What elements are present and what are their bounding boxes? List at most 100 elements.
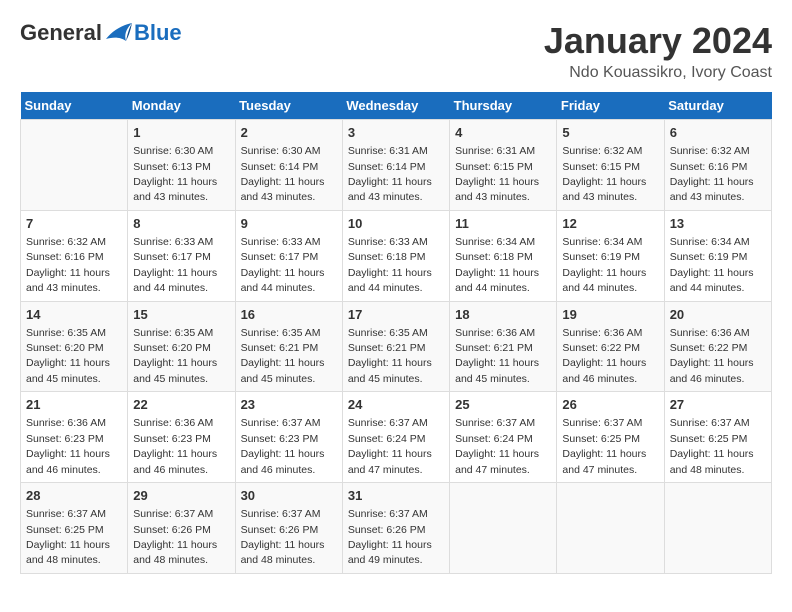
day-info: Sunrise: 6:34 AM Sunset: 6:19 PM Dayligh… — [562, 236, 646, 294]
page-header: General Blue January 2024 Ndo Kouassikro… — [20, 20, 772, 82]
day-info: Sunrise: 6:36 AM Sunset: 6:22 PM Dayligh… — [670, 327, 754, 385]
day-number: 31 — [348, 487, 444, 505]
column-header-monday: Monday — [128, 92, 235, 120]
calendar-cell: 14 Sunrise: 6:35 AM Sunset: 6:20 PM Dayli… — [21, 301, 128, 392]
day-number: 28 — [26, 487, 122, 505]
calendar-body: 1 Sunrise: 6:30 AM Sunset: 6:13 PM Daylig… — [21, 120, 772, 574]
calendar-cell: 9 Sunrise: 6:33 AM Sunset: 6:17 PM Daylig… — [235, 210, 342, 301]
day-number: 1 — [133, 124, 229, 142]
day-info: Sunrise: 6:35 AM Sunset: 6:20 PM Dayligh… — [26, 327, 110, 385]
location-subtitle: Ndo Kouassikro, Ivory Coast — [544, 64, 772, 82]
calendar-cell: 7 Sunrise: 6:32 AM Sunset: 6:16 PM Daylig… — [21, 210, 128, 301]
calendar-cell: 10 Sunrise: 6:33 AM Sunset: 6:18 PM Dayli… — [342, 210, 449, 301]
day-info: Sunrise: 6:31 AM Sunset: 6:14 PM Dayligh… — [348, 145, 432, 203]
day-number: 21 — [26, 396, 122, 414]
day-info: Sunrise: 6:37 AM Sunset: 6:25 PM Dayligh… — [26, 508, 110, 566]
day-info: Sunrise: 6:31 AM Sunset: 6:15 PM Dayligh… — [455, 145, 539, 203]
column-header-saturday: Saturday — [664, 92, 771, 120]
day-info: Sunrise: 6:37 AM Sunset: 6:24 PM Dayligh… — [348, 417, 432, 475]
column-header-friday: Friday — [557, 92, 664, 120]
calendar-cell: 26 Sunrise: 6:37 AM Sunset: 6:25 PM Dayli… — [557, 392, 664, 483]
column-header-thursday: Thursday — [450, 92, 557, 120]
calendar-cell: 1 Sunrise: 6:30 AM Sunset: 6:13 PM Daylig… — [128, 120, 235, 211]
day-info: Sunrise: 6:37 AM Sunset: 6:25 PM Dayligh… — [562, 417, 646, 475]
day-number: 13 — [670, 215, 766, 233]
day-number: 4 — [455, 124, 551, 142]
column-header-sunday: Sunday — [21, 92, 128, 120]
day-info: Sunrise: 6:37 AM Sunset: 6:24 PM Dayligh… — [455, 417, 539, 475]
column-header-tuesday: Tuesday — [235, 92, 342, 120]
day-number: 20 — [670, 306, 766, 324]
day-info: Sunrise: 6:30 AM Sunset: 6:14 PM Dayligh… — [241, 145, 325, 203]
day-info: Sunrise: 6:33 AM Sunset: 6:17 PM Dayligh… — [241, 236, 325, 294]
logo: General Blue — [20, 20, 182, 46]
day-info: Sunrise: 6:33 AM Sunset: 6:18 PM Dayligh… — [348, 236, 432, 294]
calendar-cell: 25 Sunrise: 6:37 AM Sunset: 6:24 PM Dayli… — [450, 392, 557, 483]
calendar-cell: 27Sunrise: 6:37 AM Sunset: 6:25 PM Dayli… — [664, 392, 771, 483]
calendar-cell: 28 Sunrise: 6:37 AM Sunset: 6:25 PM Dayli… — [21, 483, 128, 574]
calendar-cell: 31 Sunrise: 6:37 AM Sunset: 6:26 PM Dayli… — [342, 483, 449, 574]
column-header-wednesday: Wednesday — [342, 92, 449, 120]
day-info: Sunrise: 6:36 AM Sunset: 6:23 PM Dayligh… — [26, 417, 110, 475]
day-info: Sunrise: 6:34 AM Sunset: 6:19 PM Dayligh… — [670, 236, 754, 294]
month-title: January 2024 — [544, 20, 772, 62]
calendar-week-2: 7 Sunrise: 6:32 AM Sunset: 6:16 PM Daylig… — [21, 210, 772, 301]
day-info: Sunrise: 6:34 AM Sunset: 6:18 PM Dayligh… — [455, 236, 539, 294]
day-info: Sunrise: 6:33 AM Sunset: 6:17 PM Dayligh… — [133, 236, 217, 294]
day-number: 23 — [241, 396, 337, 414]
calendar-cell: 11 Sunrise: 6:34 AM Sunset: 6:18 PM Dayli… — [450, 210, 557, 301]
calendar-week-1: 1 Sunrise: 6:30 AM Sunset: 6:13 PM Daylig… — [21, 120, 772, 211]
calendar-cell: 2Sunrise: 6:30 AM Sunset: 6:14 PM Daylig… — [235, 120, 342, 211]
calendar-cell: 20 Sunrise: 6:36 AM Sunset: 6:22 PM Dayli… — [664, 301, 771, 392]
day-number: 16 — [241, 306, 337, 324]
calendar-cell — [21, 120, 128, 211]
calendar-cell — [557, 483, 664, 574]
day-info: Sunrise: 6:37 AM Sunset: 6:26 PM Dayligh… — [133, 508, 217, 566]
day-number: 22 — [133, 396, 229, 414]
day-number: 11 — [455, 215, 551, 233]
calendar-cell: 5 Sunrise: 6:32 AM Sunset: 6:15 PM Daylig… — [557, 120, 664, 211]
day-info: Sunrise: 6:37 AM Sunset: 6:26 PM Dayligh… — [348, 508, 432, 566]
day-number: 29 — [133, 487, 229, 505]
calendar-cell — [450, 483, 557, 574]
calendar-cell: 23 Sunrise: 6:37 AM Sunset: 6:23 PM Dayli… — [235, 392, 342, 483]
day-number: 7 — [26, 215, 122, 233]
day-number: 8 — [133, 215, 229, 233]
calendar-cell: 6Sunrise: 6:32 AM Sunset: 6:16 PM Daylig… — [664, 120, 771, 211]
day-info: Sunrise: 6:37 AM Sunset: 6:23 PM Dayligh… — [241, 417, 325, 475]
day-number: 9 — [241, 215, 337, 233]
day-info: Sunrise: 6:37 AM Sunset: 6:26 PM Dayligh… — [241, 508, 325, 566]
day-number: 25 — [455, 396, 551, 414]
day-info: Sunrise: 6:35 AM Sunset: 6:21 PM Dayligh… — [241, 327, 325, 385]
title-section: January 2024 Ndo Kouassikro, Ivory Coast — [544, 20, 772, 82]
day-info: Sunrise: 6:35 AM Sunset: 6:21 PM Dayligh… — [348, 327, 432, 385]
calendar-cell: 24 Sunrise: 6:37 AM Sunset: 6:24 PM Dayli… — [342, 392, 449, 483]
day-number: 18 — [455, 306, 551, 324]
calendar-week-4: 21 Sunrise: 6:36 AM Sunset: 6:23 PM Dayli… — [21, 392, 772, 483]
day-info: Sunrise: 6:36 AM Sunset: 6:21 PM Dayligh… — [455, 327, 539, 385]
calendar-header: SundayMondayTuesdayWednesdayThursdayFrid… — [21, 92, 772, 120]
day-number: 17 — [348, 306, 444, 324]
header-row: SundayMondayTuesdayWednesdayThursdayFrid… — [21, 92, 772, 120]
calendar-cell: 18 Sunrise: 6:36 AM Sunset: 6:21 PM Dayli… — [450, 301, 557, 392]
calendar-week-3: 14 Sunrise: 6:35 AM Sunset: 6:20 PM Dayli… — [21, 301, 772, 392]
day-number: 3 — [348, 124, 444, 142]
day-number: 19 — [562, 306, 658, 324]
day-number: 26 — [562, 396, 658, 414]
calendar-cell: 30Sunrise: 6:37 AM Sunset: 6:26 PM Dayli… — [235, 483, 342, 574]
day-number: 24 — [348, 396, 444, 414]
day-number: 5 — [562, 124, 658, 142]
day-number: 10 — [348, 215, 444, 233]
day-info: Sunrise: 6:32 AM Sunset: 6:16 PM Dayligh… — [26, 236, 110, 294]
day-number: 15 — [133, 306, 229, 324]
calendar-cell: 3 Sunrise: 6:31 AM Sunset: 6:14 PM Daylig… — [342, 120, 449, 211]
day-info: Sunrise: 6:35 AM Sunset: 6:20 PM Dayligh… — [133, 327, 217, 385]
day-info: Sunrise: 6:32 AM Sunset: 6:16 PM Dayligh… — [670, 145, 754, 203]
day-info: Sunrise: 6:30 AM Sunset: 6:13 PM Dayligh… — [133, 145, 217, 203]
day-number: 12 — [562, 215, 658, 233]
day-number: 14 — [26, 306, 122, 324]
calendar-cell: 4 Sunrise: 6:31 AM Sunset: 6:15 PM Daylig… — [450, 120, 557, 211]
day-info: Sunrise: 6:32 AM Sunset: 6:15 PM Dayligh… — [562, 145, 646, 203]
calendar-cell: 21 Sunrise: 6:36 AM Sunset: 6:23 PM Dayli… — [21, 392, 128, 483]
calendar-cell: 17 Sunrise: 6:35 AM Sunset: 6:21 PM Dayli… — [342, 301, 449, 392]
